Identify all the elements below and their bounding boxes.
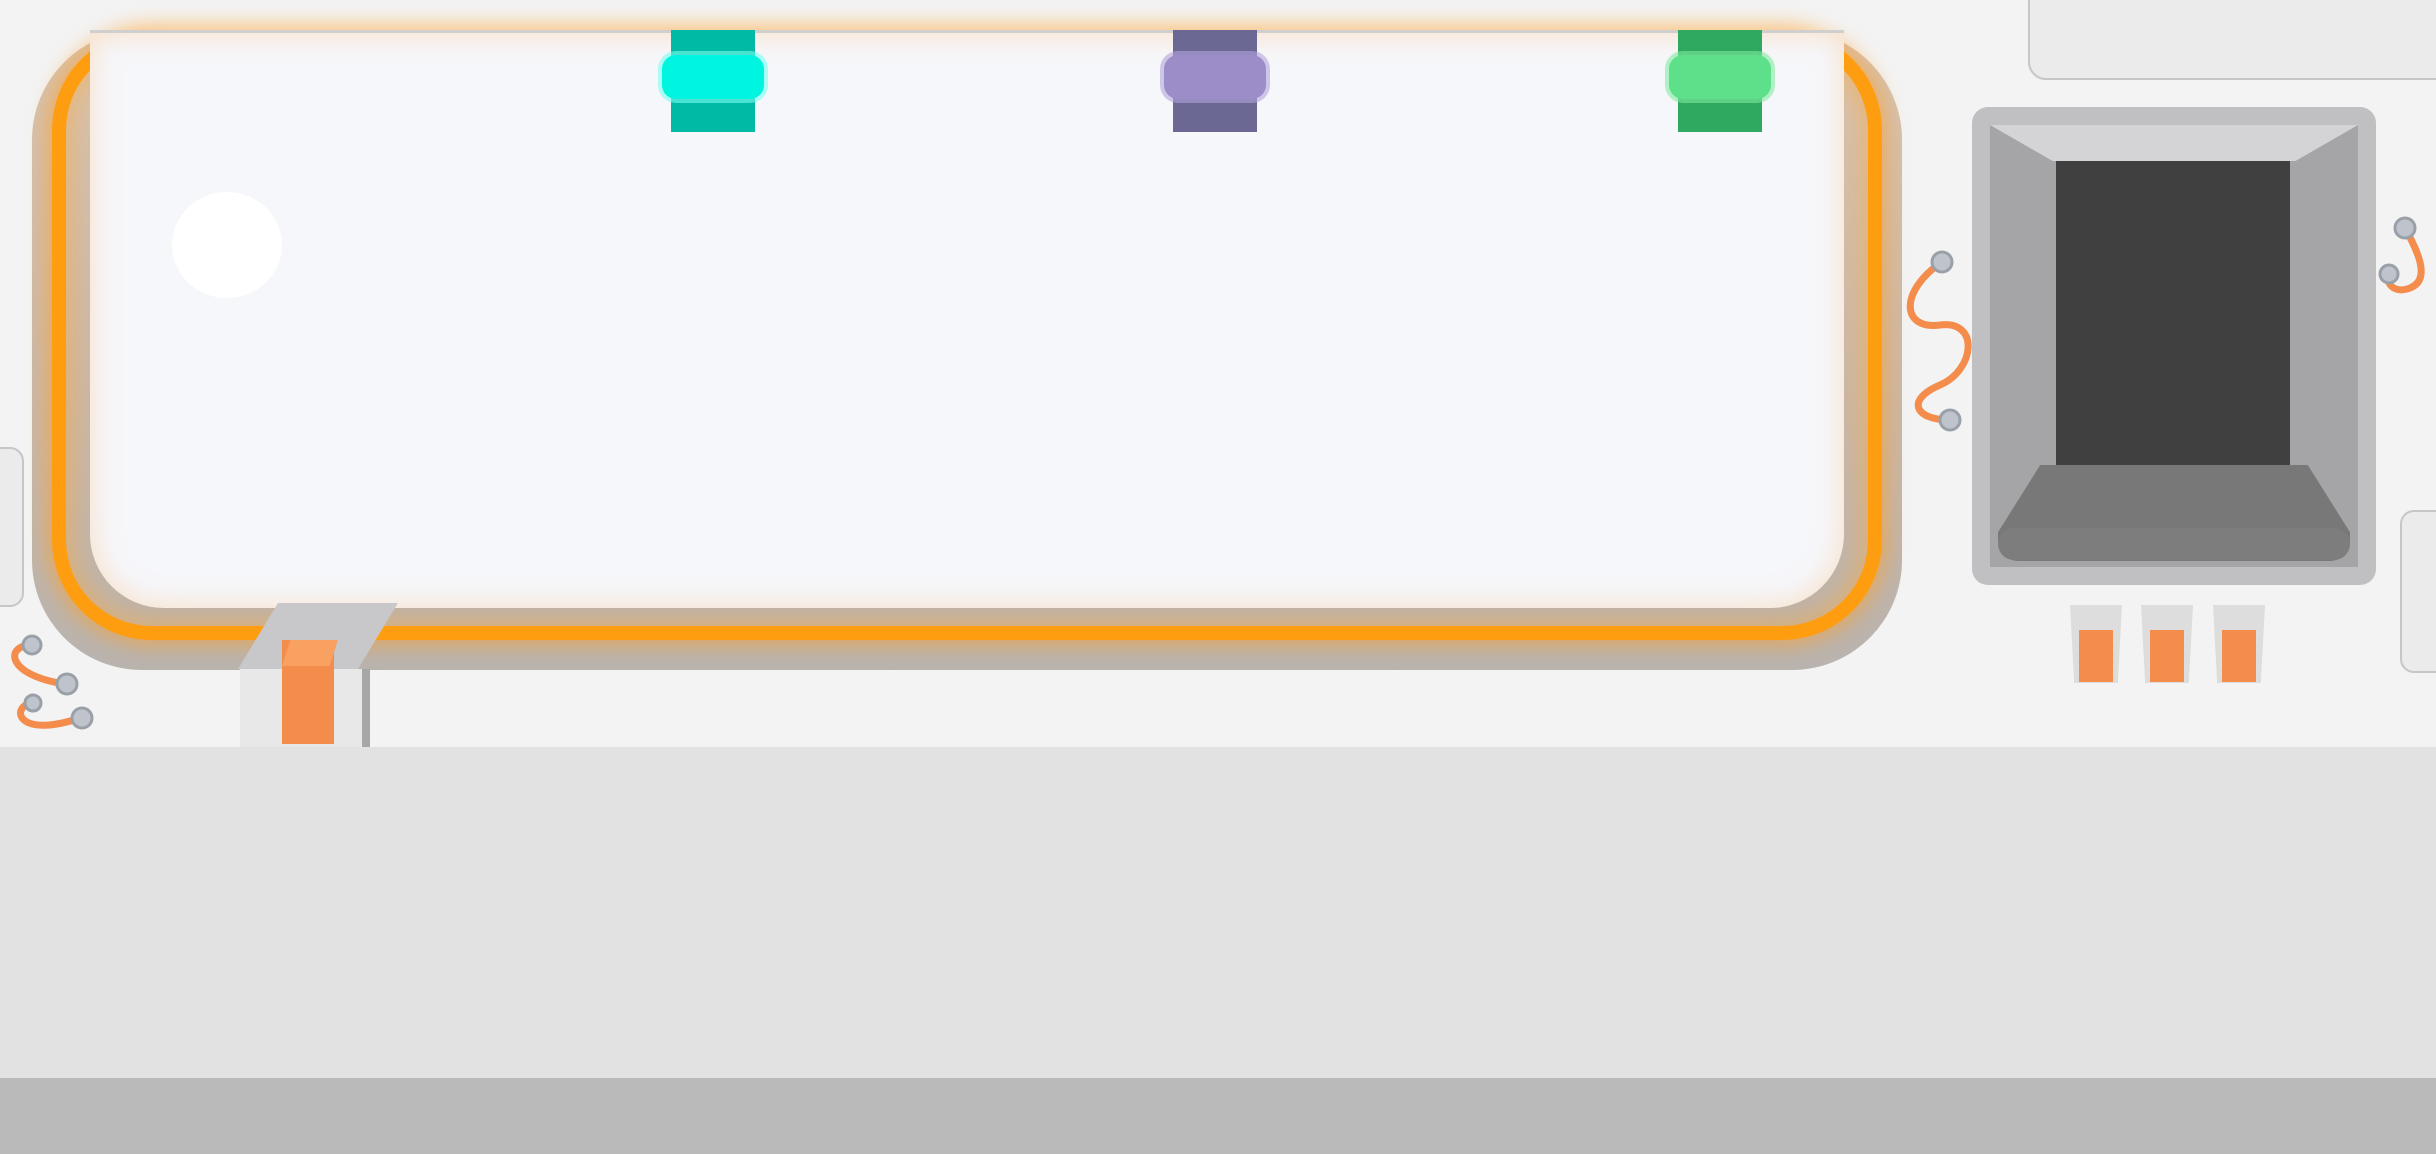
screw-icon (2393, 216, 2417, 240)
screw-icon (21, 634, 43, 656)
cable-icon (1906, 258, 1972, 424)
screw-icon (55, 672, 79, 696)
screw-icon (1930, 250, 1954, 274)
screw-icon (23, 693, 43, 713)
screw-icon (1938, 408, 1962, 432)
screw-icon (2378, 263, 2400, 285)
screw-icon (70, 706, 94, 730)
cables-layer (11, 216, 2425, 730)
